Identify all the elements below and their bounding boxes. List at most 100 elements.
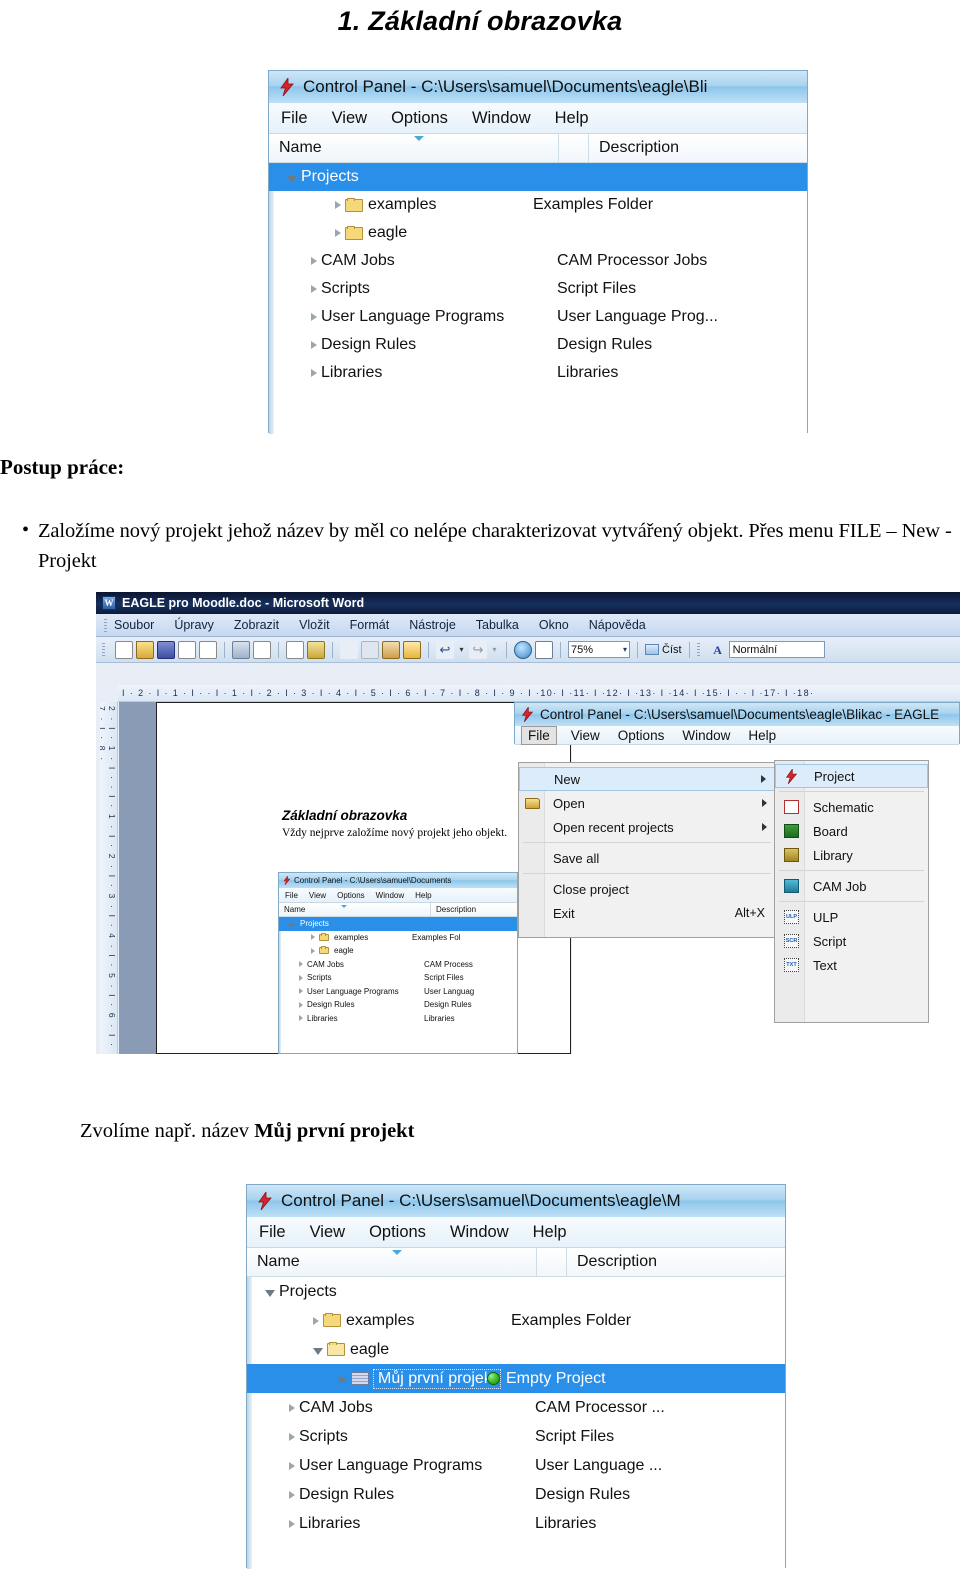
tree-row[interactable]: Libraries Libraries — [269, 359, 807, 387]
email-icon[interactable] — [178, 640, 196, 659]
tree-row[interactable]: CAM Jobs CAM Processor ... — [247, 1393, 785, 1422]
chevron-right-icon[interactable] — [299, 961, 303, 968]
tree-row[interactable]: Projects — [269, 163, 807, 191]
save-icon[interactable] — [157, 640, 175, 659]
chevron-right-icon[interactable] — [311, 285, 317, 293]
zoom-select[interactable]: 75% ▾ — [568, 641, 630, 658]
menu-item-file[interactable]: File — [281, 109, 308, 128]
menu-item-view[interactable]: View — [571, 728, 600, 743]
new-submenu-item[interactable]: Library — [775, 843, 928, 867]
new-submenu-item[interactable]: ULP ULP — [775, 905, 928, 929]
chevron-right-icon[interactable] — [299, 1015, 303, 1022]
tree-row[interactable]: Scripts Script Files — [247, 1422, 785, 1451]
redo-icon[interactable]: ↪ — [469, 640, 487, 659]
tree-row[interactable]: CAM Jobs CAM Processor Jobs — [269, 247, 807, 275]
vertical-ruler[interactable]: 2 · I · 1 · I · · I · 1 · I · 2 · I · 3 … — [100, 702, 118, 1054]
chevron-right-icon[interactable] — [289, 1519, 295, 1528]
new-submenu-item[interactable]: SCR Script — [775, 929, 928, 953]
chevron-down-icon[interactable] — [313, 1348, 323, 1355]
new-submenu-item[interactable]: TXT Text — [775, 953, 928, 977]
menu-item-window[interactable]: Window — [682, 728, 730, 743]
column-header-name[interactable]: Name — [279, 903, 431, 916]
chevron-right-icon[interactable] — [311, 947, 315, 954]
menu-item-window[interactable]: Window — [376, 891, 404, 900]
chevron-down-icon[interactable] — [287, 175, 297, 183]
toolbar-grip-handle-2[interactable] — [102, 643, 105, 656]
chevron-right-icon[interactable] — [311, 313, 317, 321]
horizontal-ruler[interactable]: I · 2 · I · 1 · I · · I · 1 · I · 2 · I … — [118, 685, 960, 702]
cut-icon[interactable] — [340, 640, 358, 659]
project-tree-3[interactable]: Projects examples Examples Folder eagle Můj … — [247, 1277, 785, 1569]
new-submenu-item[interactable]: Schematic — [775, 795, 928, 819]
tree-row[interactable]: Design Rules Design Rules — [247, 1480, 785, 1509]
tree-row[interactable]: Projects — [247, 1277, 785, 1306]
chevron-right-icon[interactable] — [311, 257, 317, 265]
tree-row[interactable]: Projects — [279, 917, 517, 931]
chevron-right-icon[interactable] — [311, 341, 317, 349]
menu-item-options[interactable]: Options — [618, 728, 665, 743]
toolbar-grip-handle[interactable] — [104, 618, 107, 632]
word-menu-zobrazit[interactable]: Zobrazit — [234, 618, 279, 632]
tree-row[interactable]: eagle — [247, 1335, 785, 1364]
menu-item-view[interactable]: View — [309, 891, 326, 900]
file-menu-popup[interactable]: New Open Open recent projects Save all Close… — [518, 762, 776, 938]
tree-row[interactable]: examples Examples Folder — [247, 1306, 785, 1335]
menu-item-help[interactable]: Help — [533, 1223, 567, 1242]
chevron-down-icon[interactable]: ▾ — [623, 645, 627, 654]
tree-row[interactable]: eagle — [279, 944, 517, 958]
menu-item-options[interactable]: Options — [369, 1223, 426, 1242]
permission-icon[interactable] — [199, 640, 217, 659]
tree-row[interactable]: Libraries Libraries — [279, 1012, 517, 1026]
tree-row[interactable]: User Language Programs User Language Prog… — [269, 303, 807, 331]
tree-row[interactable]: User Language Programs User Language ... — [247, 1451, 785, 1480]
chevron-right-icon[interactable] — [299, 974, 303, 981]
chevron-right-icon[interactable] — [311, 369, 317, 377]
tree-row[interactable]: CAM Jobs CAM Process — [279, 958, 517, 972]
menu-item-file[interactable]: File — [285, 891, 298, 900]
menu-item-options[interactable]: Options — [391, 109, 448, 128]
tree-row[interactable]: examples Examples Folder — [269, 191, 807, 219]
new-submenu-item[interactable]: Project — [775, 764, 928, 788]
research-icon[interactable] — [307, 640, 325, 659]
word-menu-tabulka[interactable]: Tabulka — [476, 618, 519, 632]
menu-item-window[interactable]: Window — [472, 109, 531, 128]
format-painter-icon[interactable] — [403, 640, 421, 659]
tree-row[interactable]: Scripts Script Files — [279, 971, 517, 985]
menu-item-file[interactable]: File — [521, 725, 557, 745]
print-preview-icon[interactable] — [253, 640, 271, 659]
word-menu-napoveda[interactable]: Nápověda — [589, 618, 646, 632]
menu-item-help[interactable]: Help — [748, 728, 776, 743]
chevron-down-icon[interactable] — [337, 1377, 347, 1384]
spelling-icon[interactable] — [286, 640, 304, 659]
read-mode-button[interactable]: Číst — [645, 644, 682, 656]
new-submenu-item[interactable]: CAM Job — [775, 874, 928, 898]
toolbar-grip-handle-3[interactable] — [696, 643, 700, 656]
column-header-description[interactable]: Description — [589, 134, 679, 162]
new-submenu-popup[interactable]: Project Schematic Board Library CAM Job ULP UL… — [774, 760, 929, 1023]
file-menu-item[interactable]: Open — [519, 791, 775, 815]
menu-item-options[interactable]: Options — [337, 891, 365, 900]
new-document-icon[interactable] — [115, 640, 133, 659]
redo-dropdown-icon[interactable]: ▾ — [490, 641, 499, 659]
chevron-right-icon[interactable] — [335, 229, 341, 237]
column-header-name[interactable]: Name — [247, 1248, 537, 1276]
style-select[interactable]: Normální — [728, 641, 825, 658]
tree-row[interactable]: examples Examples Fol — [279, 931, 517, 945]
chevron-right-icon[interactable] — [289, 1432, 295, 1441]
word-menu-nastroje[interactable]: Nástroje — [409, 618, 456, 632]
undo-dropdown-icon[interactable]: ▾ — [457, 641, 466, 659]
undo-icon[interactable]: ↩ — [436, 640, 454, 659]
chevron-down-icon[interactable] — [287, 924, 296, 928]
file-menu-item[interactable]: New — [519, 767, 775, 791]
new-submenu-item[interactable]: Board — [775, 819, 928, 843]
chevron-right-icon[interactable] — [299, 988, 303, 995]
chevron-right-icon[interactable] — [299, 1001, 303, 1008]
chevron-down-icon[interactable] — [265, 1290, 275, 1297]
tree-row[interactable]: Design Rules Design Rules — [279, 998, 517, 1012]
chevron-right-icon[interactable] — [289, 1490, 295, 1499]
file-menu-item[interactable]: Close project — [519, 877, 775, 901]
open-folder-icon[interactable] — [136, 640, 154, 659]
tree-row[interactable]: eagle — [269, 219, 807, 247]
tree-row[interactable]: Scripts Script Files — [269, 275, 807, 303]
insert-hyperlink-icon[interactable] — [514, 640, 532, 659]
